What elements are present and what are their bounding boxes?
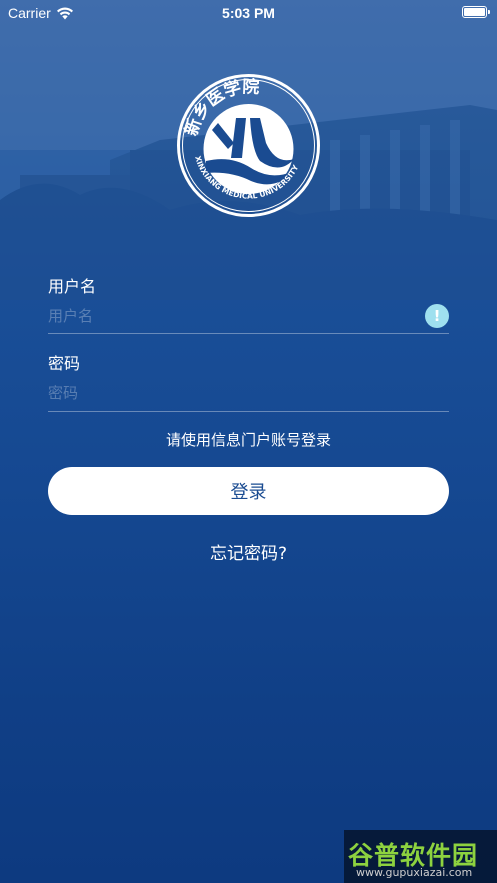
status-bar: Carrier 5:03 PM [0, 0, 497, 28]
battery-icon [462, 6, 490, 18]
university-logo: 新乡医学院 XINXIANG MEDICAL UNIVERSITY [177, 74, 320, 217]
username-divider [48, 333, 449, 334]
watermark: 谷普软件园 www.gupuxiazai.com [344, 830, 497, 883]
username-label: 用户名 [48, 277, 97, 296]
password-input[interactable] [48, 378, 449, 408]
password-divider [48, 411, 449, 412]
warning-icon[interactable]: ! [425, 304, 449, 328]
watermark-url: www.gupuxiazai.com [356, 866, 473, 879]
status-time: 5:03 PM [222, 5, 275, 21]
login-button[interactable]: 登录 [48, 467, 449, 515]
password-label: 密码 [48, 354, 81, 373]
username-input[interactable] [48, 301, 449, 331]
login-hint: 请使用信息门户账号登录 [165, 431, 331, 449]
forgot-password-link[interactable]: 忘记密码? [0, 539, 497, 564]
